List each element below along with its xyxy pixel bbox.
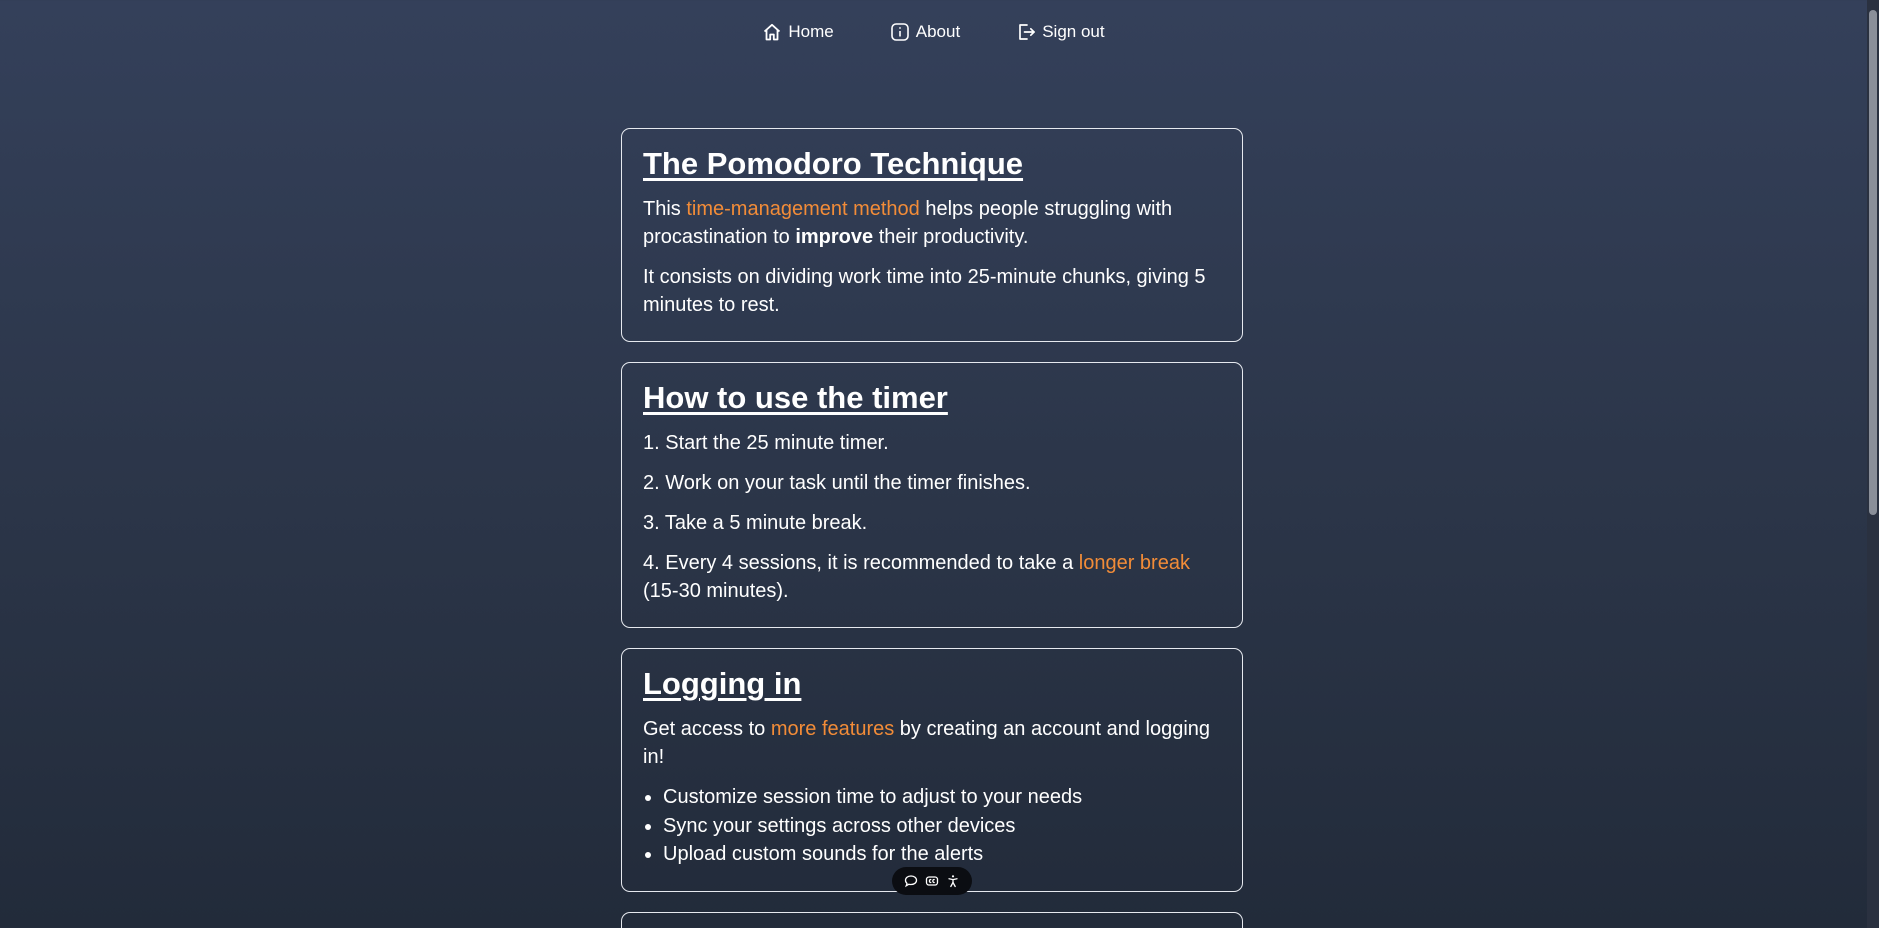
pomodoro-intro-paragraph: This time-management method helps people… — [643, 195, 1221, 251]
time-management-link[interactable]: time-management method — [686, 198, 919, 220]
logging-in-intro: Get access to more features by creating … — [643, 715, 1221, 771]
top-nav: Home About Sign out — [0, 22, 1867, 42]
content-column: The Pomodoro Technique This time-managem… — [621, 128, 1243, 928]
timer-usage-card: How to use the timer 1. Start the 25 min… — [621, 362, 1243, 629]
info-icon — [890, 22, 910, 42]
accessibility-icon[interactable] — [946, 874, 960, 888]
pomodoro-card: The Pomodoro Technique This time-managem… — [621, 128, 1243, 343]
nav-signout-link[interactable]: Sign out — [1016, 22, 1105, 42]
feature-list: Customize session time to adjust to your… — [643, 783, 1221, 869]
timer-step-4-pre: 4. Every 4 sessions, it is recommended t… — [643, 552, 1079, 575]
pomodoro-title: The Pomodoro Technique — [643, 146, 1024, 181]
timer-step-4-post: (15-30 minutes). — [643, 580, 789, 603]
pomodoro-intro-post: their productivity. — [873, 226, 1029, 249]
nav-about-label: About — [915, 22, 961, 41]
nav-about-link[interactable]: About — [890, 22, 960, 42]
caption-icon[interactable] — [925, 874, 939, 888]
sign-out-icon — [1016, 22, 1036, 42]
timer-step-3: 3. Take a 5 minute break. — [643, 512, 868, 535]
timer-step-4: 4. Every 4 sessions, it is recommended t… — [643, 549, 1221, 605]
feature-list-item: Upload custom sounds for the alerts — [663, 840, 1221, 869]
pomodoro-intro-pre: This — [643, 198, 687, 221]
pomodoro-intro-bold: improve — [795, 226, 874, 249]
timer-step-2: 2. Work on your task until the timer fin… — [643, 472, 1031, 495]
scrollbar-thumb[interactable] — [1869, 10, 1877, 515]
chat-bubble-icon[interactable] — [904, 874, 918, 888]
more-features-link[interactable]: more features — [771, 718, 894, 740]
pomodoro-description-paragraph: It consists on dividing work time into 2… — [643, 266, 1206, 317]
home-icon — [762, 22, 782, 42]
vertical-scrollbar[interactable] — [1867, 0, 1879, 928]
logging-in-title: Logging in — [643, 666, 802, 702]
partial-card — [621, 911, 1243, 928]
feature-list-item: Customize session time to adjust to your… — [663, 783, 1221, 812]
feature-list-item: Sync your settings across other devices — [663, 812, 1221, 841]
logging-in-card: Logging in Get access to more features b… — [621, 648, 1243, 892]
longer-break-link[interactable]: longer break — [1079, 552, 1190, 574]
nav-signout-label: Sign out — [1042, 22, 1105, 41]
logging-in-intro-pre: Get access to — [643, 718, 771, 741]
nav-home-link[interactable]: Home — [762, 22, 834, 42]
floating-toolbar — [892, 867, 972, 895]
nav-home-label: Home — [788, 22, 834, 41]
timer-usage-title: How to use the timer — [643, 380, 948, 416]
timer-step-1: 1. Start the 25 minute timer. — [643, 432, 889, 455]
